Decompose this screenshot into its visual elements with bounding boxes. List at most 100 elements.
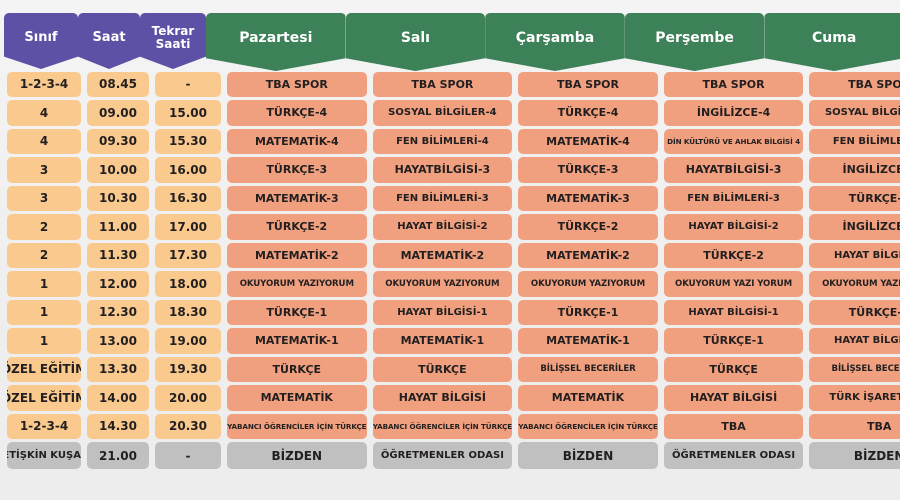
header-cell-carsamba: Çarşamba	[485, 0, 625, 71]
cell-sinif: ÖZEL EĞİTİM	[7, 385, 81, 411]
table-row: 4 09.00 15.00 TÜRKÇE-4 SOSYAL BİLGİLER-4 TÜRK…	[0, 99, 900, 128]
row-left-spacer	[0, 99, 4, 128]
cell-carsamba: MATEMATİK-3	[518, 185, 658, 211]
cell-carsamba: OKUYORUM YAZIYORUM	[518, 271, 658, 297]
cell-tekrar-saati: 18.30	[155, 299, 221, 325]
cell-tekrar-saati: -	[155, 71, 221, 97]
cell-persembe: HAYAT BİLGİSİ-2	[663, 214, 804, 240]
cell-sinif: 4	[7, 128, 81, 154]
table-row: ÖZEL EĞİTİM14.0020.00MATEMATİKHAYAT BİLG…	[0, 384, 900, 413]
cell-cuma: HAYAT BİLGİSİ-2	[809, 242, 900, 268]
cell-pazartesi: BİZDEN	[227, 442, 367, 469]
header-banner-saat: Saat	[78, 13, 140, 69]
header-cell-pazartesi: Pazartesi	[206, 0, 346, 71]
table-row: 2 11.30 17.30 MATEMATİK-2 MATEMATİK-2 MATEMAT…	[0, 241, 900, 270]
cell-sali: ÖĞRETMENLER ODASI	[372, 442, 513, 469]
cell-tekrar-saati: 19.30	[155, 356, 221, 382]
cell-cuma: TÜRKÇE-3	[809, 185, 900, 211]
row-left-spacer	[0, 327, 4, 356]
cell-saat: 09.00	[87, 100, 149, 126]
cell-sali: OKUYORUM YAZIYORUM	[372, 271, 513, 297]
header-banner-tekrar-saati: Tekrar Saati	[140, 13, 206, 69]
table-body: 1-2-3-4 08.45- TBA SPOR TBA SPOR TBA SPOR TBA…	[0, 70, 900, 471]
row-left-spacer	[0, 184, 4, 213]
cell-sinif: 1-2-3-4	[7, 71, 81, 97]
cell-saat: 09.30	[87, 128, 149, 154]
row-left-spacer	[0, 441, 4, 471]
cell-cuma: İNGİLİZCE-3	[809, 157, 900, 183]
cell-cuma: TBA SPOR	[809, 71, 900, 97]
cell-pazartesi: TÜRKÇE-3	[227, 157, 367, 183]
header-cell-cuma: Cuma	[764, 0, 900, 71]
cell-saat: 13.30	[87, 356, 149, 382]
cell-persembe: OKUYORUM YAZI YORUM	[663, 271, 804, 297]
cell-persembe: FEN BİLİMLERİ-3	[663, 185, 804, 211]
cell-carsamba: TBA SPOR	[518, 71, 658, 97]
cell-carsamba: BİLİŞSEL BECERİLER	[518, 356, 658, 382]
cell-cuma: SOSYAL BİLGİLER-4	[809, 100, 900, 126]
table-row: 1 13.00 19.00 MATEMATİK-1 MATEMATİK-1 MATEMAT…	[0, 327, 900, 356]
cell-cuma: İNGİLİZCE-2	[809, 214, 900, 240]
cell-tekrar-saati: 16.30	[155, 185, 221, 211]
cell-sinif: 3	[7, 185, 81, 211]
cell-tekrar-saati: 20.30	[155, 413, 221, 439]
cell-sinif: 1	[7, 299, 81, 325]
cell-cuma: BİZDEN	[809, 442, 900, 469]
cell-tekrar-saati: 19.00	[155, 328, 221, 354]
cell-tekrar-saati: -	[155, 442, 221, 469]
cell-sali: SOSYAL BİLGİLER-4	[372, 100, 513, 126]
header-cell-sali: Salı	[345, 0, 486, 71]
table-row: 1-2-3-4 14.30 20.30 YABANCI ÖĞRENCİLER İÇİN…	[0, 412, 900, 441]
cell-sali: HAYAT BİLGİSİ	[372, 385, 513, 411]
cell-saat: 13.00	[87, 328, 149, 354]
cell-persembe: TÜRKÇE-2	[663, 242, 804, 268]
cell-sinif: 2	[7, 242, 81, 268]
cell-saat: 11.00	[87, 214, 149, 240]
cell-sali: FEN BİLİMLERİ-3	[372, 185, 513, 211]
cell-persembe: DİN KÜLTÜRÜ VE AHLAK BİLGİSİ 4	[663, 128, 804, 154]
cell-saat: 10.00	[87, 157, 149, 183]
cell-tekrar-saati: 16.00	[155, 157, 221, 183]
cell-cuma: OKUYORUM YAZIYORUM	[809, 271, 900, 297]
cell-pazartesi: MATEMATİK-4	[227, 128, 367, 154]
cell-sali: YABANCI ÖĞRENCİLER İÇİN TÜRKÇE	[372, 413, 513, 439]
header-banner-sinif: Sınıf	[4, 13, 78, 69]
cell-persembe: TBA SPOR	[663, 71, 804, 97]
cell-saat: 21.00	[87, 442, 149, 469]
cell-pazartesi: MATEMATİK	[227, 385, 367, 411]
cell-persembe: TÜRKÇE	[663, 356, 804, 382]
cell-persembe: HAYAT BİLGİSİ-1	[663, 299, 804, 325]
table-row: 4 09.30 15.30 MATEMATİK-4 FEN BİLİMLERİ-4 MAT…	[0, 127, 900, 156]
cell-carsamba: YABANCI ÖĞRENCİLER İÇİN TÜRKÇE	[518, 413, 658, 439]
cell-pazartesi: TÜRKÇE-1	[227, 299, 367, 325]
cell-tekrar-saati: 17.30	[155, 242, 221, 268]
table-row: 1-2-3-4 08.45- TBA SPOR TBA SPOR TBA SPOR TBA…	[0, 70, 900, 99]
cell-saat: 11.30	[87, 242, 149, 268]
cell-saat: 14.00	[87, 385, 149, 411]
cell-cuma: TÜRK İŞARET DİLİ	[809, 385, 900, 411]
cell-sinif: 4	[7, 100, 81, 126]
table-header-row: Sınıf Saat Tekrar Saati Pazartesi Salı Ç…	[0, 0, 900, 71]
table-row: 1 12.30 18.30 TÜRKÇE-1 HAYAT BİLGİSİ-1 TÜRKÇE…	[0, 298, 900, 327]
table-row: 3 10.00 16.00 TÜRKÇE-3 HAYATBİLGİSİ-3 TÜRKÇE-…	[0, 156, 900, 185]
table-row: 2 11.00 17.00 TÜRKÇE-2 HAYAT BİLGİSİ-2 TÜRKÇE…	[0, 213, 900, 242]
header-cell-saat: Saat	[78, 0, 140, 70]
weekly-schedule-table: Sınıf Saat Tekrar Saati Pazartesi Salı Ç…	[0, 0, 900, 500]
cell-cuma: HAYAT BİLGİSİ-1	[809, 328, 900, 354]
cell-persembe: ÖĞRETMENLER ODASI	[663, 442, 804, 469]
cell-cuma: TBA	[809, 413, 900, 439]
cell-sinif: 3	[7, 157, 81, 183]
header-banner-sali: Salı	[345, 13, 486, 71]
cell-saat: 12.30	[87, 299, 149, 325]
cell-saat: 08.45	[87, 71, 149, 97]
row-left-spacer	[0, 298, 4, 327]
cell-sinif: 1-2-3-4	[7, 413, 81, 439]
cell-saat: 10.30	[87, 185, 149, 211]
cell-carsamba: MATEMATİK-2	[518, 242, 658, 268]
cell-pazartesi: MATEMATİK-1	[227, 328, 367, 354]
header-cell-persembe: Perşembe	[624, 0, 765, 71]
header-banner-pazartesi: Pazartesi	[206, 13, 346, 71]
header-banner-persembe: Perşembe	[624, 13, 765, 71]
cell-persembe: TÜRKÇE-1	[663, 328, 804, 354]
cell-pazartesi: YABANCI ÖĞRENCİLER İÇİN TÜRKÇE	[227, 413, 367, 439]
